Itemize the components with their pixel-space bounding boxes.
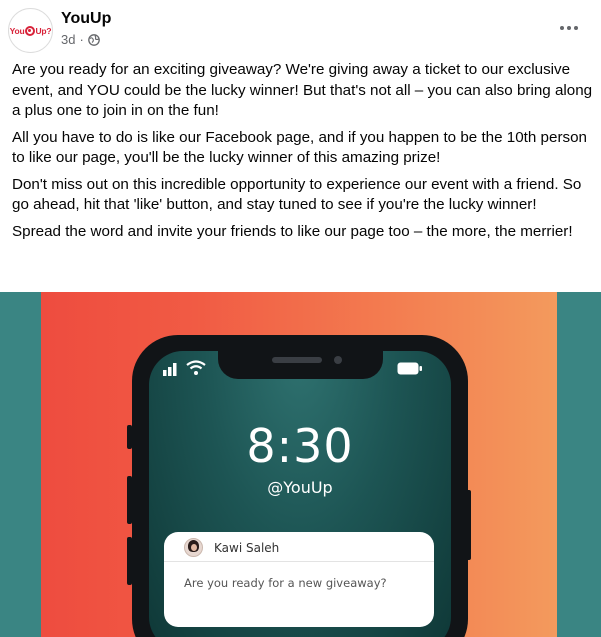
meta-separator: · <box>79 32 84 47</box>
globe-icon[interactable] <box>87 33 100 46</box>
post-paragraph: Spread the word and invite your friends … <box>12 222 573 240</box>
phone-camera <box>334 356 342 364</box>
lock-screen-handle: @YouUp <box>267 478 333 497</box>
battery-icon <box>397 362 422 375</box>
post-header: You Up? YouUp 3d · <box>0 0 601 58</box>
more-horizontal-icon <box>560 26 564 30</box>
phone-speaker <box>272 357 322 363</box>
sender-avatar <box>184 538 203 557</box>
more-dot <box>567 26 571 30</box>
post-paragraph: Are you ready for an exciting giveaway? … <box>12 61 593 119</box>
post-paragraph: Don't miss out on this incredible opport… <box>12 175 582 214</box>
notification-card: Kawi Saleh Are you ready for a new givea… <box>164 532 434 627</box>
wifi-icon <box>186 360 206 375</box>
post-time[interactable]: 3d <box>61 32 75 47</box>
teal-stripe-left <box>0 292 41 637</box>
notification-message: Are you ready for a new giveaway? <box>184 576 387 590</box>
page-avatar[interactable]: You Up? <box>8 8 53 53</box>
lock-screen-clock: 8:30 <box>246 419 354 473</box>
more-options-button[interactable] <box>552 14 586 42</box>
page-name[interactable]: YouUp <box>61 10 111 28</box>
post-paragraph: All you have to do is like our Facebook … <box>12 128 587 167</box>
post-meta: 3d · <box>61 32 100 47</box>
notification-header: Kawi Saleh <box>164 532 434 562</box>
signal-icon <box>163 363 177 376</box>
youup-logo: You Up? <box>9 25 52 36</box>
post-text: Are you ready for an exciting giveaway? … <box>12 60 596 248</box>
more-dot <box>574 26 578 30</box>
heart-logo-icon <box>24 25 35 36</box>
teal-stripe-right <box>557 292 601 637</box>
notification-sender: Kawi Saleh <box>214 541 280 555</box>
